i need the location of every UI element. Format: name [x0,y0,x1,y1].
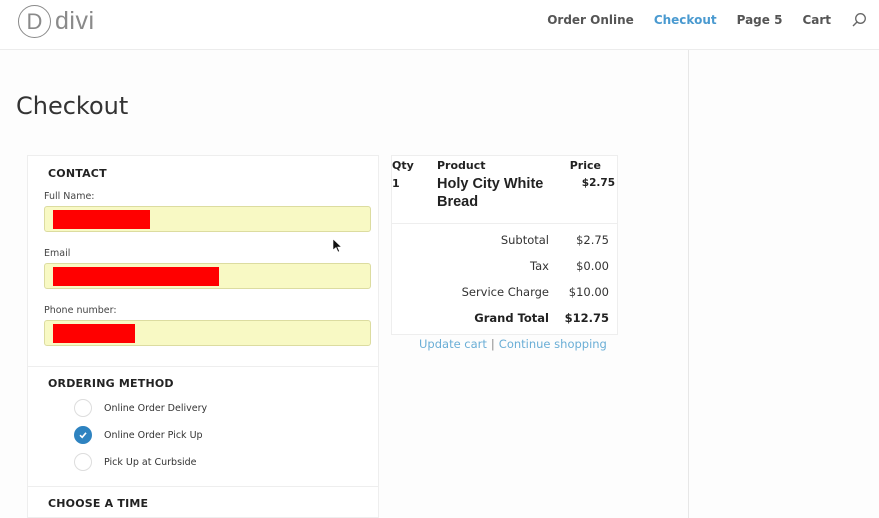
item-qty: 1 [392,177,400,190]
choose-time-title: CHOOSE A TIME [48,497,149,510]
email-field[interactable] [44,263,371,289]
order-summary: Qty Product Price 1 Holy City White Brea… [391,155,618,335]
search-icon[interactable] [851,12,867,28]
mouse-cursor-icon [332,238,343,257]
section-divider [28,486,378,487]
service-charge-value: $10.00 [568,285,609,299]
qty-header: Qty [392,159,414,172]
link-separator: | [490,337,495,351]
item-product: Holy City White Bread [437,176,544,210]
service-charge-row: Service Charge $10.00 [389,285,609,299]
tax-label: Tax [530,259,549,273]
grand-total-row: Grand Total $12.75 [389,311,609,325]
service-charge-label: Service Charge [461,285,549,299]
full-name-label: Full Name: [44,191,95,202]
subtotal-row: Subtotal $2.75 [389,233,609,247]
radio-checked-icon[interactable] [74,426,92,444]
email-label: Email [44,248,71,259]
item-price: $2.75 [581,177,615,189]
radio-pick-up[interactable]: Online Order Pick Up [74,426,203,444]
redaction [53,324,135,343]
contact-section-title: CONTACT [48,167,107,180]
ordering-method-title: ORDERING METHOD [48,377,174,390]
subtotal-label: Subtotal [500,233,549,247]
radio-unchecked-icon[interactable] [74,453,92,471]
site-header: D divi Order Online Checkout Page 5 Cart [0,0,879,50]
nav-checkout[interactable]: Checkout [654,13,717,27]
tax-value: $0.00 [576,259,609,273]
radio-label: Online Order Pick Up [104,429,203,441]
subtotal-value: $2.75 [576,233,609,247]
nav-page-5[interactable]: Page 5 [737,13,783,27]
radio-delivery[interactable]: Online Order Delivery [74,399,207,417]
nav-cart[interactable]: Cart [802,13,831,27]
price-header: Price [569,159,601,172]
radio-label: Online Order Delivery [104,402,208,414]
continue-shopping-link[interactable]: Continue shopping [499,337,607,351]
phone-field[interactable] [44,320,371,346]
radio-curbside[interactable]: Pick Up at Curbside [74,453,197,471]
radio-unchecked-icon[interactable] [74,399,92,417]
grand-total-value: $12.75 [564,311,609,325]
redaction [53,210,150,229]
summary-divider [392,223,617,224]
radio-label: Pick Up at Curbside [104,456,197,468]
site-logo[interactable]: D divi [18,5,95,38]
cart-links: Update cart | Continue shopping [419,337,607,351]
nav-order-online[interactable]: Order Online [547,13,634,27]
page-title: Checkout [16,92,129,120]
sidebar-divider [688,50,689,518]
product-header: Product [437,159,486,172]
logo-text: divi [55,7,95,35]
update-cart-link[interactable]: Update cart [419,337,487,351]
phone-label: Phone number: [44,305,117,316]
logo-mark: D [18,5,51,38]
tax-row: Tax $0.00 [389,259,609,273]
grand-total-label: Grand Total [474,311,549,325]
section-divider [28,366,378,367]
redaction [53,267,219,286]
main-nav: Order Online Checkout Page 5 Cart [527,12,867,28]
full-name-field[interactable] [44,206,371,232]
checkout-form: CONTACT Full Name: Email Phone number: O… [27,155,379,518]
